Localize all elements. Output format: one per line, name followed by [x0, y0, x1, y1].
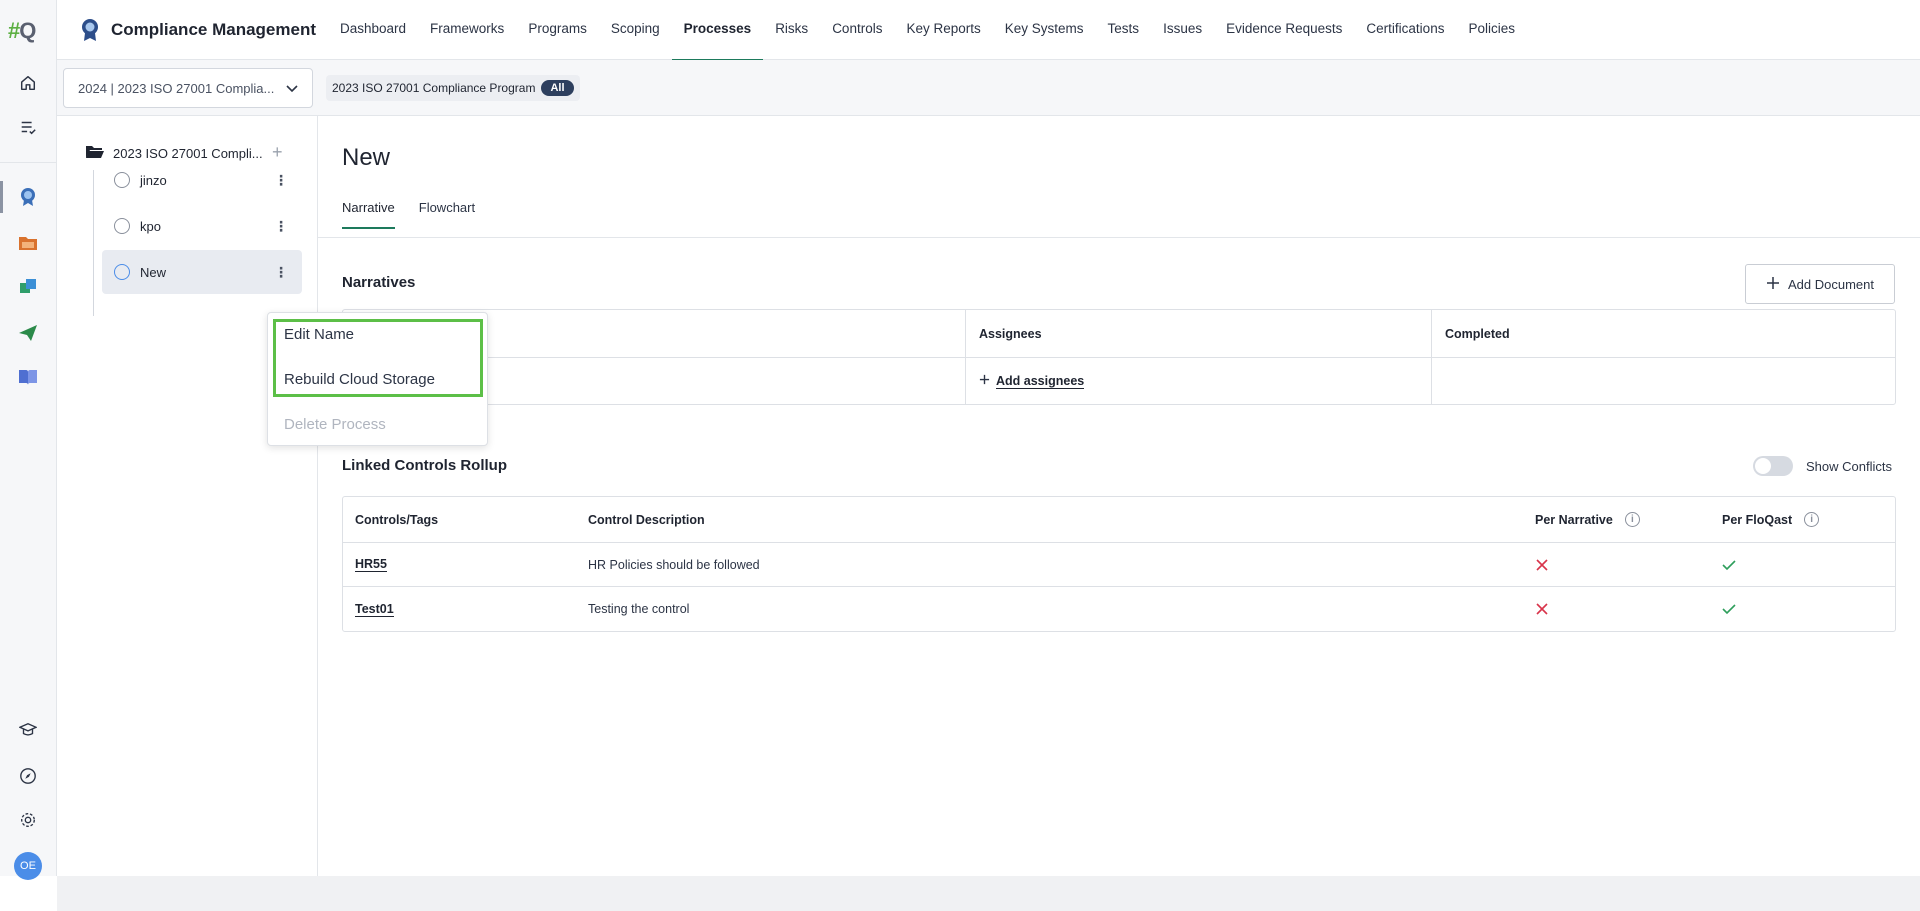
- x-icon: [1535, 587, 1549, 631]
- tabs: Narrative Flowchart: [342, 200, 475, 229]
- program-chip-badge: All: [541, 80, 574, 96]
- add-document-button[interactable]: Add Document: [1745, 264, 1895, 304]
- floqast-logo[interactable]: #Q: [8, 18, 36, 44]
- kebab-menu-icon[interactable]: ⋮: [274, 217, 288, 235]
- description-header: Control Description: [588, 512, 705, 527]
- narratives-table: Assignees Completed Add assignees: [342, 309, 1896, 405]
- left-rail: #Q OE: [0, 0, 57, 880]
- edit-name-menu-item[interactable]: Edit Name: [284, 326, 354, 343]
- nav-item-evidence-requests[interactable]: Evidence Requests: [1214, 0, 1354, 60]
- home-icon[interactable]: [16, 71, 40, 95]
- nav-item-controls[interactable]: Controls: [820, 0, 894, 60]
- status-circle-icon: [114, 264, 130, 280]
- process-tree: 2023 ISO 27001 Compli... + jinzo ⋮ kpo ⋮ New…: [57, 116, 318, 876]
- nav-item-certifications[interactable]: Certifications: [1354, 0, 1456, 60]
- table-header-row: Assignees Completed: [343, 310, 1895, 358]
- controls-header: Controls/Tags: [355, 512, 439, 527]
- rollup-title: Linked Controls Rollup: [342, 457, 507, 474]
- book-icon[interactable]: [16, 365, 40, 389]
- nav-item-tests[interactable]: Tests: [1096, 0, 1152, 60]
- table-row: Test01 Testing the control: [343, 587, 1895, 631]
- nav-item-key-systems[interactable]: Key Systems: [993, 0, 1096, 60]
- program-bar: 2024 | 2023 ISO 27001 Complia... 2023 IS…: [57, 60, 1920, 116]
- tree-item-label: jinzo: [140, 172, 167, 188]
- kebab-menu-icon[interactable]: ⋮: [274, 263, 288, 281]
- rollup-table: Controls/Tags Control Description Per Na…: [342, 496, 1896, 632]
- kebab-menu-icon[interactable]: ⋮: [274, 171, 288, 189]
- main-content: New Narrative Flowchart Narratives Add Do…: [318, 116, 1920, 876]
- nav-item-dashboard[interactable]: Dashboard: [328, 0, 418, 60]
- info-icon[interactable]: i: [1804, 512, 1820, 527]
- top-nav: Compliance Management Dashboard Framework…: [57, 0, 1920, 61]
- folder-icon[interactable]: [16, 231, 40, 255]
- compass-icon[interactable]: [16, 764, 40, 788]
- tree-item[interactable]: jinzo ⋮: [102, 158, 302, 202]
- chevron-down-icon: [286, 81, 298, 96]
- nav-item-processes[interactable]: Processes: [671, 0, 764, 61]
- nav-item-policies[interactable]: Policies: [1456, 0, 1527, 60]
- rebuild-cloud-storage-menu-item[interactable]: Rebuild Cloud Storage: [284, 371, 435, 388]
- compliance-app-icon: [79, 18, 101, 45]
- checklist-icon[interactable]: [16, 115, 40, 139]
- plus-icon: [1766, 276, 1780, 293]
- completed-header: Completed: [1445, 326, 1510, 341]
- table-header-row: Controls/Tags Control Description Per Na…: [343, 497, 1895, 543]
- delete-process-menu-item: Delete Process: [284, 416, 386, 433]
- compliance-badge-icon[interactable]: [16, 185, 40, 209]
- show-conflicts-toggle[interactable]: [1753, 456, 1793, 476]
- app-title: Compliance Management: [111, 20, 316, 39]
- nav-menu: Dashboard Frameworks Programs Scoping Proces…: [328, 0, 1527, 61]
- nav-item-risks[interactable]: Risks: [763, 0, 820, 60]
- graduation-cap-icon[interactable]: [16, 718, 40, 742]
- info-icon[interactable]: i: [1624, 512, 1640, 527]
- check-icon: [1722, 543, 1736, 586]
- control-link[interactable]: HR55: [355, 557, 387, 572]
- footer-strip: [57, 876, 1920, 911]
- sync-icon[interactable]: [16, 275, 40, 299]
- control-description: Testing the control: [588, 602, 690, 616]
- assignees-header: Assignees: [979, 326, 1042, 341]
- gear-icon[interactable]: [16, 808, 40, 832]
- tab-narrative[interactable]: Narrative: [342, 200, 395, 229]
- check-icon: [1722, 587, 1736, 631]
- user-avatar[interactable]: OE: [14, 852, 42, 880]
- program-select[interactable]: 2024 | 2023 ISO 27001 Complia...: [63, 68, 313, 108]
- add-assignees-button[interactable]: Add assignees: [979, 373, 1085, 389]
- paper-plane-icon[interactable]: [16, 321, 40, 345]
- per-narrative-header: Per Narrative: [1535, 512, 1613, 527]
- process-context-menu: Edit Name Rebuild Cloud Storage Delete P…: [267, 312, 488, 446]
- add-assignees-label: Add assignees: [996, 373, 1085, 389]
- nav-item-programs[interactable]: Programs: [516, 0, 599, 60]
- per-floqast-header: Per FloQast: [1722, 512, 1793, 527]
- tree-item[interactable]: New ⋮: [102, 250, 302, 294]
- add-document-label: Add Document: [1788, 276, 1874, 292]
- program-select-value: 2024 | 2023 ISO 27001 Complia...: [78, 80, 275, 96]
- status-circle-icon: [114, 218, 130, 234]
- show-conflicts-label: Show Conflicts: [1806, 459, 1892, 474]
- control-link[interactable]: Test01: [355, 602, 394, 617]
- tab-flowchart[interactable]: Flowchart: [419, 200, 475, 229]
- narratives-title: Narratives: [342, 274, 416, 291]
- nav-item-frameworks[interactable]: Frameworks: [418, 0, 516, 60]
- program-chip[interactable]: 2023 ISO 27001 Compliance Program All: [326, 75, 580, 101]
- tree-item-label: New: [140, 264, 167, 280]
- status-circle-icon: [114, 172, 130, 188]
- page-title: New: [342, 144, 391, 171]
- nav-item-key-reports[interactable]: Key Reports: [894, 0, 992, 60]
- nav-item-issues[interactable]: Issues: [1151, 0, 1214, 60]
- table-row: HR55 HR Policies should be followed: [343, 543, 1895, 587]
- tree-item[interactable]: kpo ⋮: [102, 204, 302, 248]
- tree-item-label: kpo: [140, 218, 161, 234]
- x-icon: [1535, 543, 1549, 586]
- program-chip-label: 2023 ISO 27001 Compliance Program: [332, 81, 536, 95]
- nav-item-scoping[interactable]: Scoping: [599, 0, 672, 60]
- plus-icon: [979, 374, 990, 388]
- control-description: HR Policies should be followed: [588, 557, 760, 572]
- table-row: Add assignees: [343, 358, 1895, 404]
